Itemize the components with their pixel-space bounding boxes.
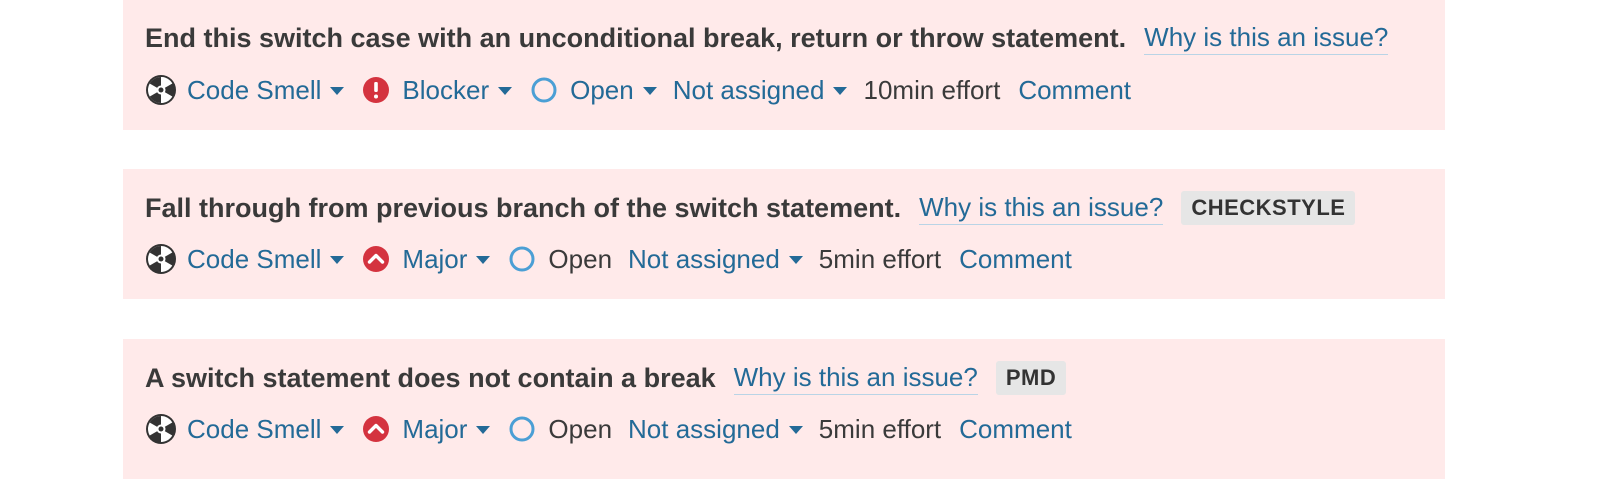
assignee-dropdown[interactable]: Not assigned bbox=[628, 414, 803, 445]
severity-dropdown[interactable]: Major bbox=[360, 413, 491, 445]
severity-label: Major bbox=[402, 243, 468, 274]
issue-type-label: Code Smell bbox=[187, 413, 322, 444]
code-smell-icon bbox=[145, 413, 177, 445]
why-is-this-an-issue-link[interactable]: Why is this an issue? bbox=[733, 362, 978, 395]
severity-label: Blocker bbox=[402, 74, 490, 105]
chevron-down-icon bbox=[330, 256, 345, 264]
issue-meta-row: Code Smell Major Open Not assigned 5min … bbox=[145, 243, 1072, 275]
issue-type-label: Code Smell bbox=[187, 243, 322, 274]
assignee-dropdown[interactable]: Not assigned bbox=[628, 244, 803, 275]
major-icon bbox=[360, 243, 392, 275]
code-smell-icon bbox=[145, 74, 177, 106]
issue-type-label: Code Smell bbox=[187, 74, 322, 105]
open-status-icon bbox=[528, 74, 560, 106]
why-is-this-an-issue-link[interactable]: Why is this an issue? bbox=[919, 192, 1164, 225]
chevron-down-icon bbox=[642, 87, 657, 95]
chevron-down-icon bbox=[788, 426, 803, 434]
issue-type-dropdown[interactable]: Code Smell bbox=[145, 74, 345, 106]
why-is-this-an-issue-link[interactable]: Why is this an issue? bbox=[1144, 22, 1389, 55]
issue-type-dropdown[interactable]: Code Smell bbox=[145, 243, 345, 275]
issue-item[interactable]: End this switch case with an uncondition… bbox=[123, 0, 1445, 130]
severity-dropdown[interactable]: Blocker bbox=[360, 74, 513, 106]
issue-item[interactable]: Fall through from previous branch of the… bbox=[123, 169, 1445, 299]
chevron-down-icon bbox=[476, 426, 491, 434]
severity-dropdown[interactable]: Major bbox=[360, 243, 491, 275]
major-icon bbox=[360, 413, 392, 445]
issue-title-row: End this switch case with an uncondition… bbox=[145, 22, 1389, 55]
rule-tag: PMD bbox=[995, 361, 1067, 395]
issue-title-row: Fall through from previous branch of the… bbox=[145, 191, 1356, 225]
effort-label: 10min effort bbox=[863, 74, 1001, 105]
assignee-dropdown[interactable]: Not assigned bbox=[673, 75, 848, 106]
open-status-icon bbox=[506, 413, 538, 445]
issue-type-dropdown[interactable]: Code Smell bbox=[145, 413, 345, 445]
status-indicator: Open bbox=[506, 243, 612, 275]
rule-tag: CHECKSTYLE bbox=[1181, 191, 1356, 225]
code-smell-icon bbox=[145, 243, 177, 275]
effort-label: 5min effort bbox=[818, 243, 942, 274]
chevron-down-icon bbox=[788, 256, 803, 264]
issue-item[interactable]: A switch statement does not contain a br… bbox=[123, 339, 1445, 479]
chevron-down-icon bbox=[833, 87, 848, 95]
issue-message[interactable]: End this switch case with an uncondition… bbox=[145, 23, 1126, 54]
blocker-icon bbox=[360, 74, 392, 106]
comment-link[interactable]: Comment bbox=[959, 414, 1072, 445]
chevron-down-icon bbox=[498, 87, 513, 95]
effort-label: 5min effort bbox=[818, 413, 942, 444]
comment-link[interactable]: Comment bbox=[1018, 75, 1131, 106]
chevron-down-icon bbox=[476, 256, 491, 264]
issue-message[interactable]: A switch statement does not contain a br… bbox=[145, 363, 716, 394]
chevron-down-icon bbox=[330, 426, 345, 434]
status-label: Open bbox=[570, 74, 634, 105]
issue-meta-row: Code Smell Blocker Open Not assigned 10m… bbox=[145, 74, 1131, 106]
assignee-label: Not assigned bbox=[628, 413, 780, 444]
severity-label: Major bbox=[402, 413, 468, 444]
status-label: Open bbox=[548, 243, 613, 274]
issue-title-row: A switch statement does not contain a br… bbox=[145, 361, 1067, 395]
assignee-label: Not assigned bbox=[628, 243, 780, 274]
issue-message[interactable]: Fall through from previous branch of the… bbox=[145, 193, 901, 224]
status-indicator: Open bbox=[506, 413, 612, 445]
chevron-down-icon bbox=[330, 87, 345, 95]
issue-meta-row: Code Smell Major Open Not assigned 5min … bbox=[145, 413, 1072, 445]
status-dropdown[interactable]: Open bbox=[528, 74, 657, 106]
status-label: Open bbox=[548, 413, 613, 444]
comment-link[interactable]: Comment bbox=[959, 244, 1072, 275]
assignee-label: Not assigned bbox=[672, 74, 825, 105]
open-status-icon bbox=[506, 243, 538, 275]
